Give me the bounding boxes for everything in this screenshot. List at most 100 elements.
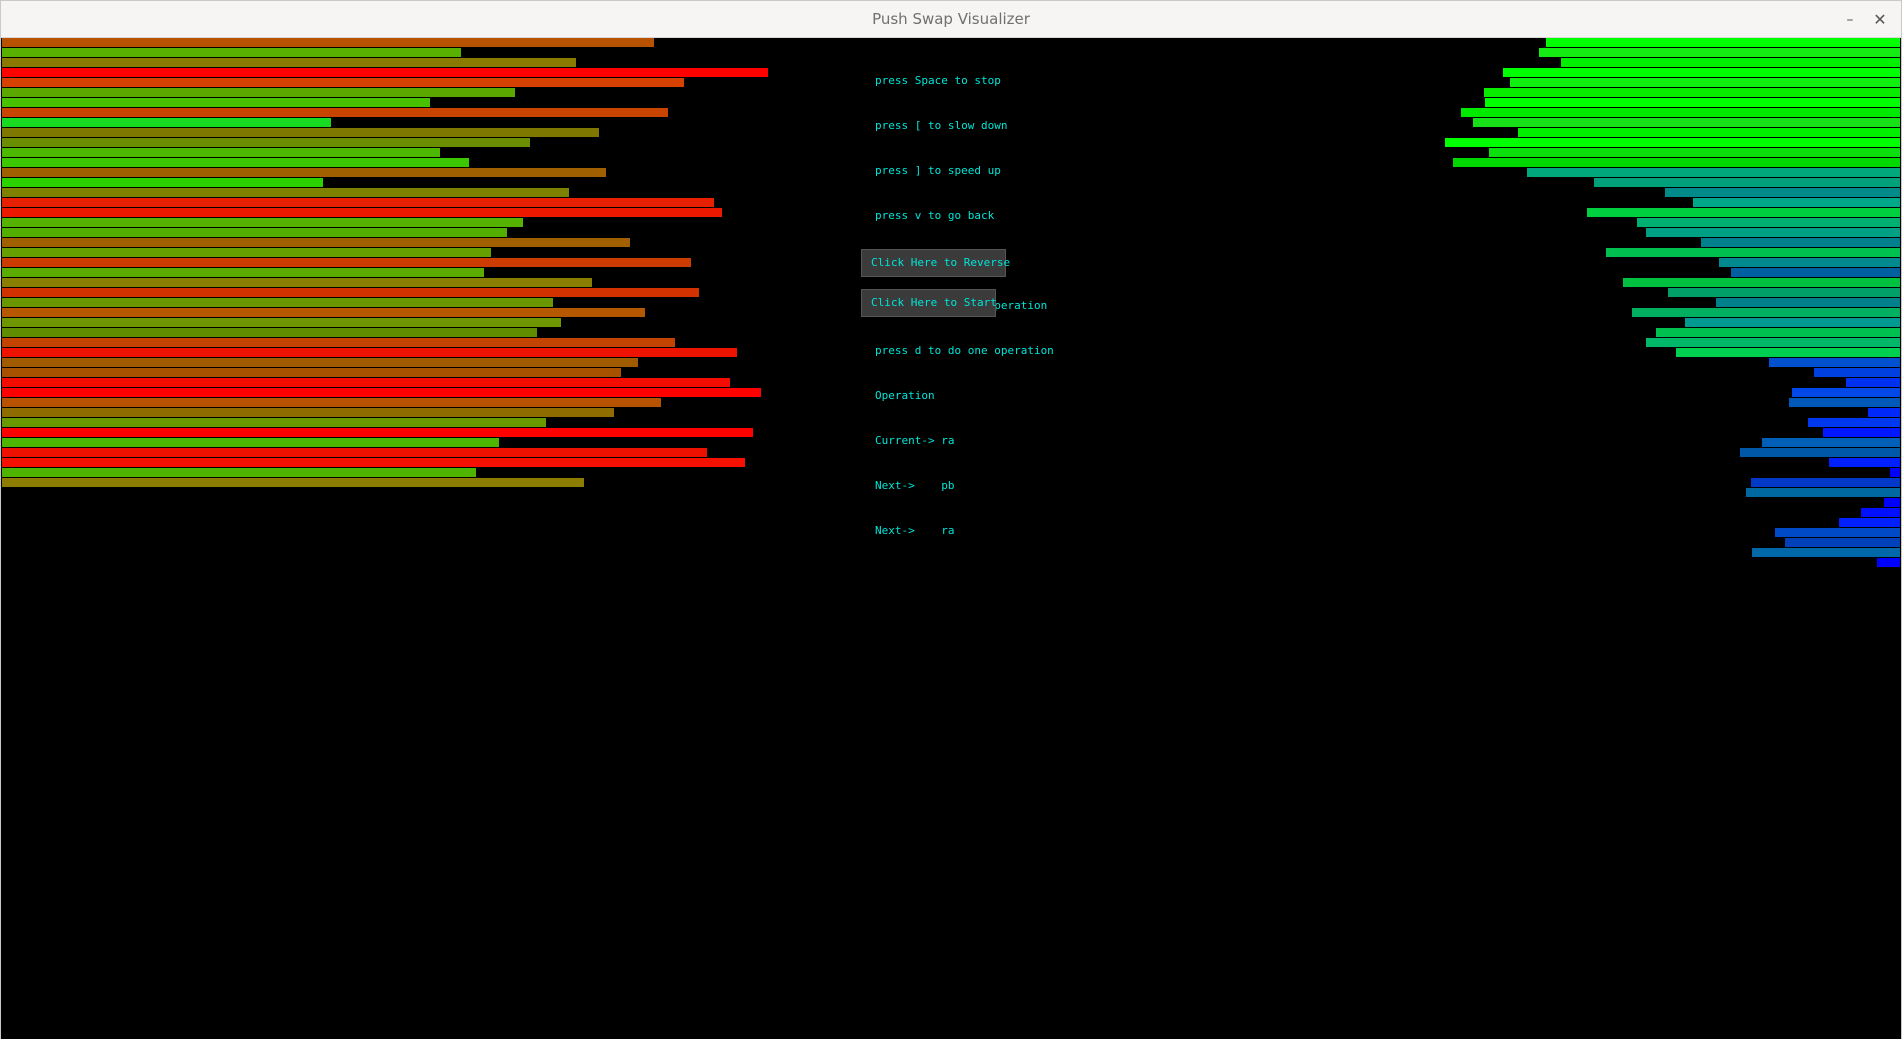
stack-a-bar — [2, 348, 737, 357]
stack-b-bar — [1890, 468, 1900, 477]
stack-a-bar — [2, 478, 584, 487]
minimize-button[interactable]: – — [1839, 9, 1861, 31]
stack-a-bar — [2, 138, 530, 147]
stack-b-bar — [1785, 538, 1900, 547]
stack-a-bar — [2, 408, 614, 417]
stack-b-bar — [1665, 188, 1900, 197]
stack-b-bar — [1527, 168, 1900, 177]
stack-b-bar — [1792, 388, 1900, 397]
stack-a-bar — [2, 208, 722, 217]
stack-b-bar — [1546, 38, 1900, 47]
stack-a-bar — [2, 468, 476, 477]
stack-a-bar — [2, 218, 523, 227]
stack-b-bar — [1693, 198, 1900, 207]
stack-b-bar — [1839, 518, 1900, 527]
stack-a-bar — [2, 288, 699, 297]
stack-a-bar — [2, 278, 592, 287]
stack-a-bar — [2, 48, 461, 57]
stack-b-bar — [1701, 238, 1900, 247]
stack-b-bar — [1814, 368, 1900, 377]
stack-b-bar — [1485, 98, 1900, 107]
stack-b-bar — [1587, 208, 1900, 217]
stack-a-bar — [2, 438, 499, 447]
stack-a-bar — [2, 318, 561, 327]
stack-b-bar — [1623, 278, 1900, 287]
stack-b-bar — [1668, 288, 1900, 297]
stack-b-bar — [1740, 448, 1900, 457]
stack-b-bar — [1685, 318, 1900, 327]
window-title: Push Swap Visualizer — [872, 10, 1030, 28]
stack-a-bar — [2, 298, 553, 307]
stack-b-bar — [1789, 398, 1900, 407]
stack-b-bar — [1731, 268, 1900, 277]
start-button[interactable]: Click Here to Start — [861, 289, 997, 317]
app-window: Push Swap Visualizer – ✕ press Space to … — [0, 0, 1902, 1039]
stack-b-bar — [1846, 378, 1900, 387]
stack-a-bar — [2, 378, 730, 387]
stack-b-bar — [1461, 108, 1900, 117]
stack-a-bar — [2, 388, 761, 397]
reverse-button[interactable]: Click Here to Reverse — [861, 249, 1010, 277]
stack-a-bar — [2, 338, 675, 347]
stack-a-bar — [2, 268, 484, 277]
stack-b-bar — [1775, 528, 1900, 537]
stack-b-bar — [1884, 498, 1900, 507]
stack-b-bar — [1646, 338, 1900, 347]
stack-b-bar — [1829, 458, 1900, 467]
help-line-slow-down: press [ to slow down — [875, 119, 1008, 132]
next-operation-1: Next-> pb — [875, 479, 955, 492]
stack-a-bar — [2, 238, 630, 247]
stack-b-bar — [1632, 308, 1900, 317]
stack-a-bar — [2, 458, 745, 467]
stack-a-bar — [2, 118, 331, 127]
next-operation-2: Next-> ra — [875, 524, 955, 537]
stack-a-bar — [2, 248, 491, 257]
visualizer-canvas: press Space to stop press [ to slow down… — [1, 38, 1901, 1039]
stack-a-bar — [2, 178, 323, 187]
stack-b-bar — [1637, 218, 1900, 227]
help-line-stop: press Space to stop — [875, 74, 1001, 87]
help-line-do-one: press d to do one operation — [875, 344, 1054, 357]
stack-b-bar — [1518, 128, 1900, 137]
current-operation: Current-> ra — [875, 434, 955, 447]
stack-b-bar — [1719, 258, 1900, 267]
stack-a-bar — [2, 308, 645, 317]
stack-b-bar — [1868, 408, 1900, 417]
stack-a-bar — [2, 258, 691, 267]
stack-b-bar — [1676, 348, 1900, 357]
stack-a-bar — [2, 38, 654, 47]
stack-a-bar — [2, 358, 638, 367]
stack-a-bar — [2, 398, 661, 407]
stack-a-bar — [2, 128, 599, 137]
stack-b-bar — [1606, 248, 1900, 257]
stack-a-bar — [2, 368, 621, 377]
stack-b-bar — [1656, 328, 1900, 337]
stack-b-bar — [1594, 178, 1900, 187]
stack-b-bar — [1510, 78, 1900, 87]
stack-b-bar — [1823, 428, 1900, 437]
close-button[interactable]: ✕ — [1869, 9, 1891, 31]
stack-a-bar — [2, 168, 606, 177]
stack-a-bar — [2, 448, 707, 457]
stack-b-bar — [1539, 48, 1900, 57]
stack-a-bar — [2, 148, 440, 157]
stack-b-bar — [1762, 438, 1900, 447]
help-line-speed-up: press ] to speed up — [875, 164, 1001, 177]
stack-a-bar — [2, 58, 576, 67]
stack-b-bar — [1561, 58, 1900, 67]
stack-a-bar — [2, 78, 684, 87]
title-bar[interactable]: Push Swap Visualizer – ✕ — [1, 1, 1901, 38]
stack-a-bar — [2, 158, 469, 167]
stack-b-bar — [1746, 488, 1900, 497]
operation-heading: Operation — [875, 389, 935, 402]
stack-a-bar — [2, 328, 537, 337]
stack-b-bar — [1503, 68, 1900, 77]
stack-b-bar — [1473, 118, 1900, 127]
stack-a-bar — [2, 88, 515, 97]
stack-a-bar — [2, 428, 753, 437]
stack-b-bar — [1453, 158, 1900, 167]
stack-a-bar — [2, 188, 569, 197]
stack-b-bar — [1769, 358, 1900, 367]
stack-b-bar — [1877, 558, 1900, 567]
stack-a-bar — [2, 108, 668, 117]
